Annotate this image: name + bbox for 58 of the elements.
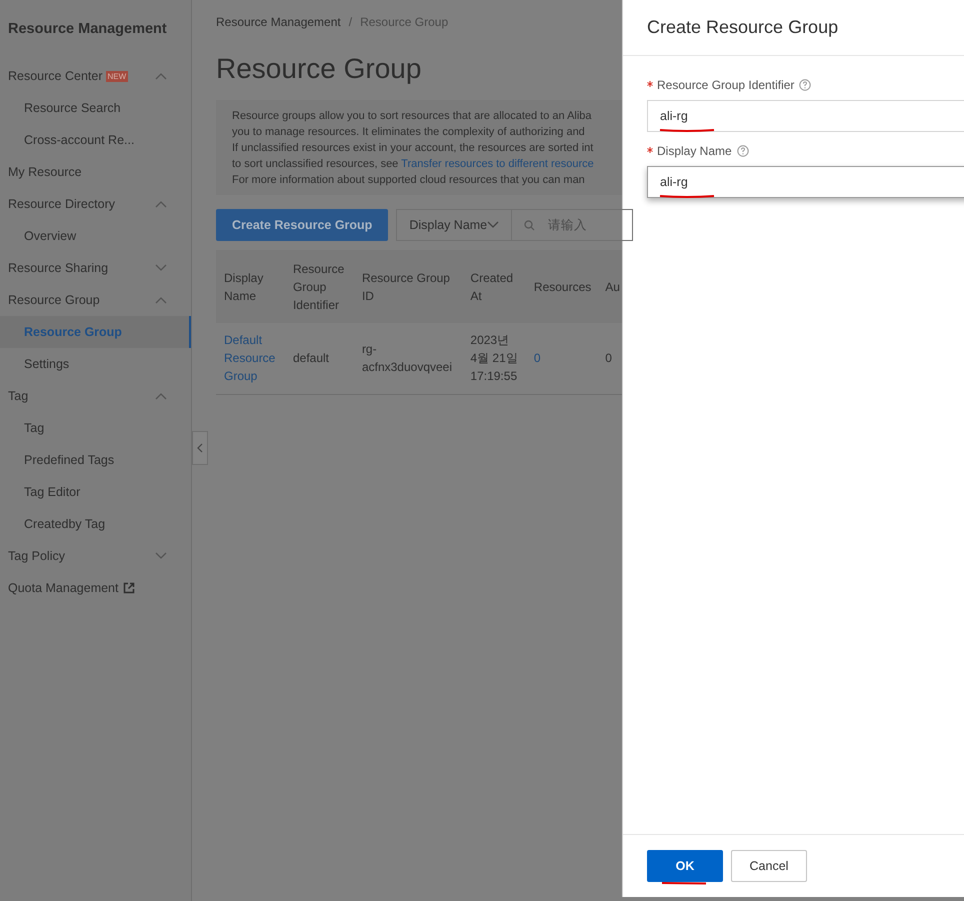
sidebar-item[interactable]: Tag Policy — [0, 540, 191, 572]
column-header: Resources — [534, 280, 592, 294]
sidebar-subitem[interactable]: Tag — [0, 412, 191, 444]
sidebar-item[interactable]: Resource Center NEW — [0, 60, 191, 92]
notice-text: Resource groups allow you to sort resources that are allocated to an Aliba — [232, 109, 593, 124]
ok-button[interactable]: OK — [647, 850, 723, 882]
underline-mark — [659, 194, 715, 199]
sidebar-subitem[interactable]: Tag Editor — [0, 476, 191, 508]
chevron-down-icon — [487, 221, 500, 229]
collapse-handle[interactable] — [192, 431, 208, 465]
cancel-button[interactable]: Cancel — [731, 850, 807, 882]
sidebar-item[interactable]: My Resource — [0, 156, 191, 188]
sidebar-item[interactable]: Tag — [0, 380, 191, 412]
new-badge: NEW — [106, 70, 128, 82]
table-cell[interactable]: 0 — [534, 349, 592, 368]
column-header: Display Name — [224, 270, 264, 302]
sidebar-title: Resource Management — [7, 20, 168, 40]
table-cell-text: 0 — [605, 350, 613, 368]
breadcrumb-link[interactable]: Resource Management — [216, 13, 341, 31]
column-header: Created At — [470, 270, 514, 302]
sidebar-subitem[interactable]: Createdby Tag — [0, 508, 191, 540]
text-field[interactable]: ali-rg — [647, 100, 964, 132]
help-icon[interactable] — [736, 145, 749, 157]
notice-text: you to manage resources. It eliminates the complexity of authorizing and — [232, 125, 586, 140]
resource-group-link[interactable]: Default Resource Group — [224, 331, 277, 386]
field-label: Display Name — [657, 143, 732, 160]
underline-mark — [661, 881, 707, 886]
sidebar-subitem[interactable]: Settings — [0, 348, 191, 380]
help-icon[interactable] — [799, 79, 812, 91]
text-field[interactable]: ali-rg — [647, 166, 964, 198]
sidebar-item[interactable]: Quota Management — [0, 572, 191, 604]
table-cell-text: default — [292, 350, 330, 368]
notice-link[interactable]: Transfer resources to different resource — [401, 158, 594, 170]
sidebar-subitem[interactable]: Predefined Tags — [0, 444, 191, 476]
notice-text: to sort unclassified resources, see Transfer resources to different resource — [232, 157, 595, 172]
sidebar-subitem[interactable]: Resource Group — [0, 316, 191, 348]
sidebar-subitem[interactable]: Cross-account Re... — [0, 124, 191, 156]
filter-select[interactable]: Display Name — [396, 209, 512, 241]
sidebar-item[interactable]: Resource Group — [0, 284, 191, 316]
search-icon — [524, 220, 536, 231]
drawer-title: Create Resource Group — [647, 16, 838, 39]
underline-mark — [659, 128, 715, 133]
table-cell-text: 2023년 4월 21일 17:19:55 — [470, 332, 518, 386]
breadcrumb-separator: / — [348, 14, 352, 31]
page-title: Resource Group — [216, 52, 422, 86]
field-label: Resource Group Identifier — [657, 77, 794, 94]
column-header: Au — [605, 280, 620, 294]
notice-text: For more information about supported cloud resources that you can man — [232, 173, 586, 188]
sidebar-item[interactable]: Resource Directory — [0, 188, 191, 220]
sidebar-item[interactable]: Resource Sharing — [0, 252, 191, 284]
column-header: Resource Group ID — [362, 270, 450, 302]
create-resource-group-button[interactable]: Create Resource Group — [216, 209, 388, 241]
column-header: Resource Group Identifier — [292, 262, 344, 312]
chevron-left-icon — [197, 443, 203, 453]
sidebar-subitem[interactable]: Overview — [0, 220, 191, 252]
sidebar-subitem[interactable]: Resource Search — [0, 92, 191, 124]
notice-text: If unclassified resources exist in your account, the resources are sorted int — [232, 141, 594, 156]
table-cell-text: rg-acfnx3duovqveei — [362, 341, 454, 376]
